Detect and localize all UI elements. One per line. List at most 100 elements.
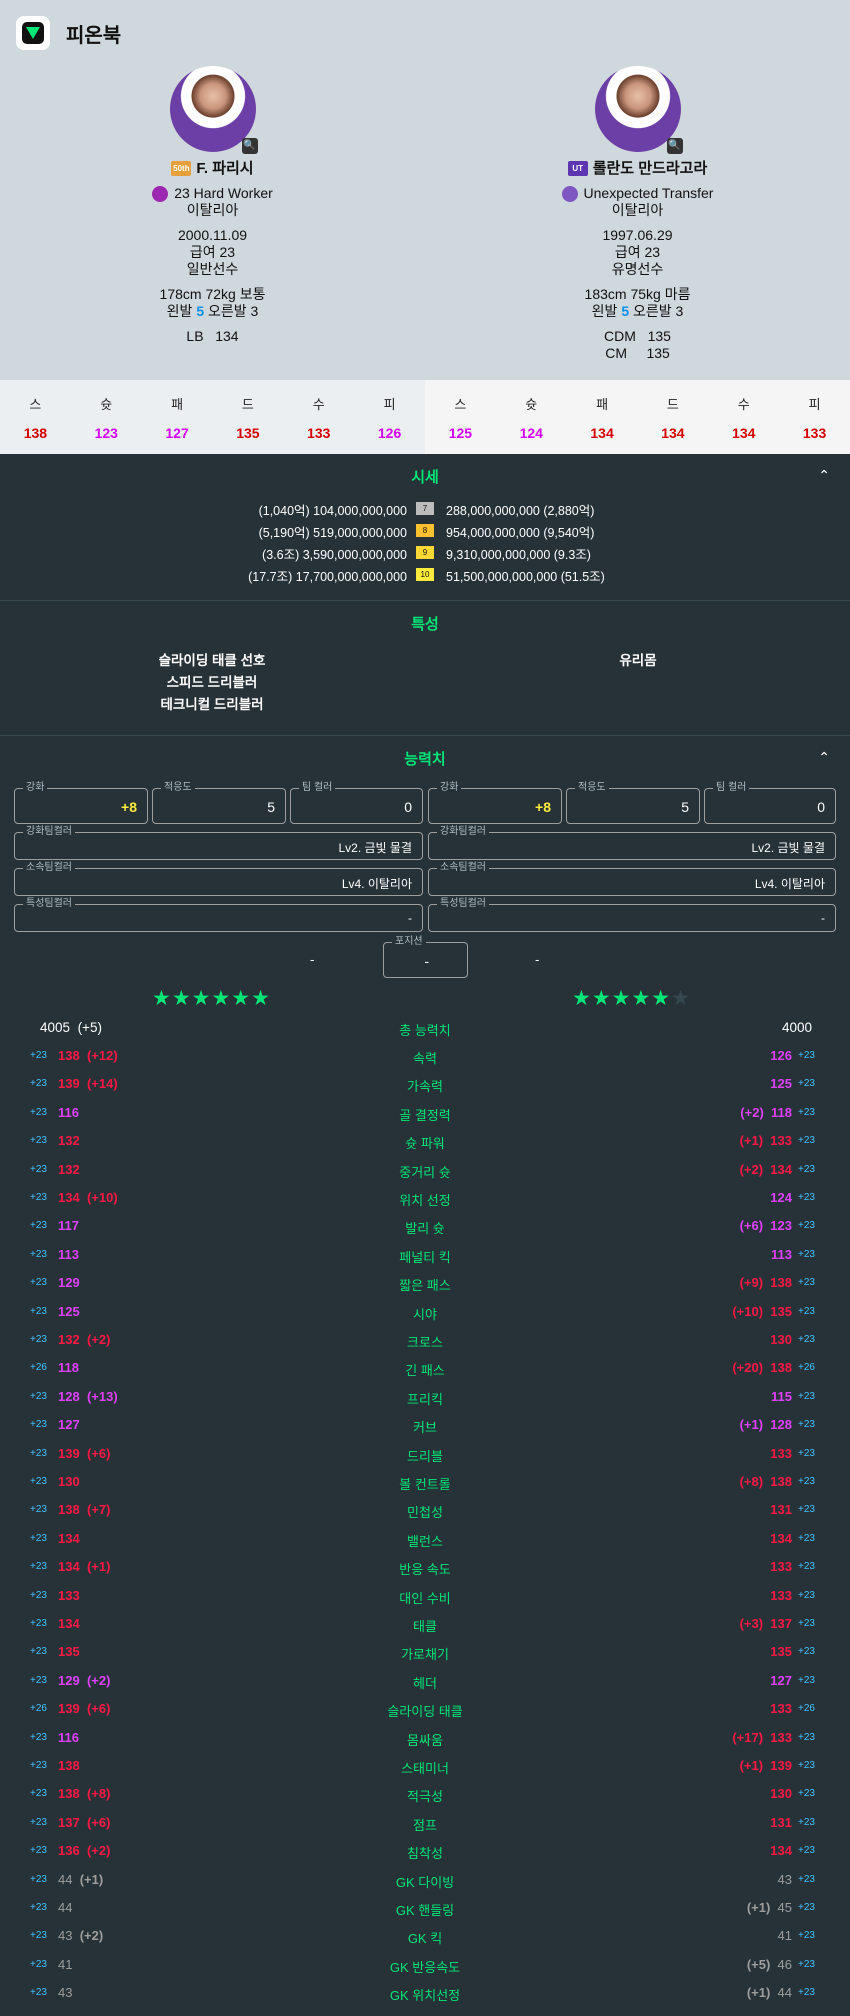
player-position: CDM 135 bbox=[604, 328, 671, 344]
stat-value-right: 133 bbox=[770, 1701, 792, 1717]
club-team-color-field[interactable]: 소속팀컬러 Lv4. 이탈리아 bbox=[428, 862, 836, 896]
stat-value-right: 131 bbox=[770, 1502, 792, 1518]
price-section: 시세 ⌃ (1,040억) 104,000,000,000 7 288,000,00… bbox=[0, 454, 850, 600]
enhance-field[interactable]: 강화 +8 bbox=[428, 782, 562, 824]
player-name: 롤란도 만드라고라 bbox=[592, 160, 708, 177]
stat-row: +23 139 (+14) 가속력 125 +23 bbox=[0, 1070, 850, 1098]
stat-value-right: 135 bbox=[770, 1644, 792, 1660]
adapt-field[interactable]: 적응도 5 bbox=[152, 782, 286, 824]
summary-stat: 드 135 bbox=[212, 380, 283, 454]
player-position: LB 134 bbox=[186, 328, 239, 344]
price-left: (17.7조) 17,700,000,000,000 bbox=[248, 570, 407, 584]
enhance-team-color-field[interactable]: 강화팀컬러 Lv2. 금빛 물결 bbox=[14, 826, 423, 860]
stat-row: +23 44 (+1) GK 다이빙 43 +23 bbox=[0, 1866, 850, 1894]
enhance-team-color-field[interactable]: 강화팀컬러 Lv2. 금빛 물결 bbox=[428, 826, 836, 860]
stat-row: +23 133 대인 수비 133 +23 bbox=[0, 1582, 850, 1610]
stat-value-right: 43 bbox=[777, 1871, 792, 1887]
feature-team-color-field[interactable]: 특성팀컬러 - bbox=[14, 898, 423, 932]
boost-right: +23 bbox=[798, 1930, 815, 1942]
stat-row: +23 138 (+8) 적극성 130 +23 bbox=[0, 1780, 850, 1808]
summary-stat-label: 스 bbox=[29, 397, 42, 412]
player-foot: 왼발 5 오른발 3 bbox=[591, 303, 684, 319]
collapse-icon[interactable]: ⌃ bbox=[818, 749, 830, 766]
season-badge-icon: 50th bbox=[171, 161, 192, 176]
boost-right: +23 bbox=[798, 1220, 815, 1232]
stat-value-right: 113 bbox=[771, 1246, 792, 1262]
club-team-color-field[interactable]: 소속팀컬러 Lv4. 이탈리아 bbox=[14, 862, 423, 896]
stat-name: 밸런스 bbox=[407, 1533, 443, 1549]
stat-value-right: 41 bbox=[777, 1928, 792, 1944]
stat-name: 침착성 bbox=[407, 1846, 443, 1862]
stat-row: +23 137 (+6) 점프 131 +23 bbox=[0, 1809, 850, 1837]
level-badge: 9 bbox=[416, 546, 434, 559]
player-nation: 이탈리아 bbox=[186, 202, 239, 218]
price-row-clipped bbox=[0, 480, 850, 486]
stat-value-right: 133 bbox=[770, 1559, 792, 1575]
ability-title[interactable]: 능력치 bbox=[0, 748, 850, 769]
enhance-field[interactable]: 강화 +8 bbox=[14, 782, 148, 824]
stat-diff-right: (+10) bbox=[732, 1303, 764, 1319]
price-right: 9,310,000,000,000 (9.3조) bbox=[446, 548, 591, 562]
boost-right: +23 bbox=[798, 1334, 815, 1345]
boost-right: +23 bbox=[798, 1163, 815, 1175]
stat-name: 위치 선정 bbox=[399, 1193, 451, 1208]
player-trait: Unexpected Transfer bbox=[583, 185, 714, 201]
feature-team-color-field[interactable]: 특성팀컬러 - bbox=[428, 898, 836, 932]
stat-row: +23 135 가로채기 135 +23 bbox=[0, 1638, 850, 1666]
price-left: (5,190억) 519,000,000,000 bbox=[258, 526, 407, 540]
stat-row: +23 43 (+2) GK 킥 41 +23 bbox=[0, 1922, 850, 1950]
player-avatar[interactable]: 🔍 bbox=[169, 66, 258, 154]
stat-row: +23 43 GK 위치선정 (+1) 44 +23 bbox=[0, 1979, 850, 2007]
summary-stat-label: 스 bbox=[454, 397, 467, 412]
stat-row: +23 128 (+13) 프리킥 115 +23 bbox=[0, 1383, 850, 1411]
stat-value-right: 138 bbox=[770, 1474, 792, 1489]
stat-row: +23 127 커브 (+1) 128 +23 bbox=[0, 1411, 850, 1439]
stat-name: GK 킥 bbox=[407, 1931, 443, 1947]
boost-right: +23 bbox=[798, 1135, 815, 1147]
zoom-icon[interactable]: 🔍 bbox=[241, 138, 258, 154]
position-side-left: - bbox=[310, 952, 315, 967]
boost-right: +23 bbox=[798, 1476, 815, 1487]
boost-right: +23 bbox=[798, 1248, 815, 1260]
adapt-field[interactable]: 적응도 5 bbox=[566, 782, 700, 824]
stat-name: 크로스 bbox=[407, 1335, 443, 1350]
stat-value-right: 125 bbox=[770, 1076, 792, 1092]
stat-name: 대인 수비 bbox=[399, 1590, 451, 1606]
stat-row: +23 113 페널티 킥 113 +23 bbox=[0, 1241, 850, 1269]
stat-row: +26 118 긴 패스 (+20) 138 +26 bbox=[0, 1354, 850, 1382]
player-avatar[interactable]: 🔍 bbox=[594, 66, 683, 154]
teamcolor-field[interactable]: 팀 컬러 0 bbox=[290, 782, 423, 824]
position-side-right: - bbox=[535, 952, 540, 967]
boost-right: +23 bbox=[798, 1816, 815, 1828]
player-card-right: 🔍 UT 롤란도 만드라고라 Unexpected Transfer 이탈리아 1… bbox=[425, 66, 850, 362]
app-logo-icon[interactable] bbox=[16, 16, 50, 50]
stat-row: +23 116 골 결정력 (+2) 118 +23 bbox=[0, 1099, 850, 1127]
trait-icon bbox=[152, 185, 169, 202]
stat-value-right: 130 bbox=[770, 1786, 792, 1802]
player-birth: 1997.06.29 bbox=[602, 227, 673, 243]
boost-right: +23 bbox=[798, 1760, 815, 1771]
stat-name: 속력 bbox=[413, 1051, 437, 1066]
summary-stat: 피 126 bbox=[354, 380, 425, 454]
stat-name: 점프 bbox=[413, 1817, 437, 1833]
player-trait: 23 Hard Worker bbox=[174, 185, 273, 201]
zoom-icon[interactable]: 🔍 bbox=[666, 138, 683, 154]
stat-name: GK 핸들링 bbox=[395, 1903, 455, 1918]
player-compare-header: 피온북 🔍 50th F. 파리시 23 Hard Worker 이탈리아 200… bbox=[0, 0, 850, 380]
stat-row: +23 44 GK 핸들링 (+1) 45 +23 bbox=[0, 1894, 850, 1922]
summary-stats: 스 138 슛 123 패 127 드 135 수 133 피 126 스 125 슛 124 패 134 드 13… bbox=[0, 380, 850, 454]
stat-row: +26 139 (+6) 슬라이딩 태클 133 +26 bbox=[0, 1695, 850, 1723]
summary-stat-value: 123 bbox=[94, 425, 118, 441]
stat-name: 헤더 bbox=[413, 1675, 437, 1691]
boost-right: +23 bbox=[798, 1646, 815, 1658]
stat-value-right: 133 bbox=[770, 1729, 792, 1745]
position-select[interactable]: 포지션 - bbox=[383, 936, 468, 978]
stat-value-right: 134 bbox=[770, 1161, 792, 1177]
stat-name: 가로채기 bbox=[401, 1647, 449, 1663]
stat-name: 프리킥 bbox=[407, 1391, 443, 1407]
stat-row: +23 136 (+2) 침착성 134 +23 bbox=[0, 1837, 850, 1865]
teamcolor-field[interactable]: 팀 컬러 0 bbox=[704, 782, 836, 824]
summary-stat: 패 127 bbox=[142, 380, 213, 454]
boost-right: +23 bbox=[798, 1902, 815, 1913]
app-title: 피온북 bbox=[66, 24, 122, 47]
